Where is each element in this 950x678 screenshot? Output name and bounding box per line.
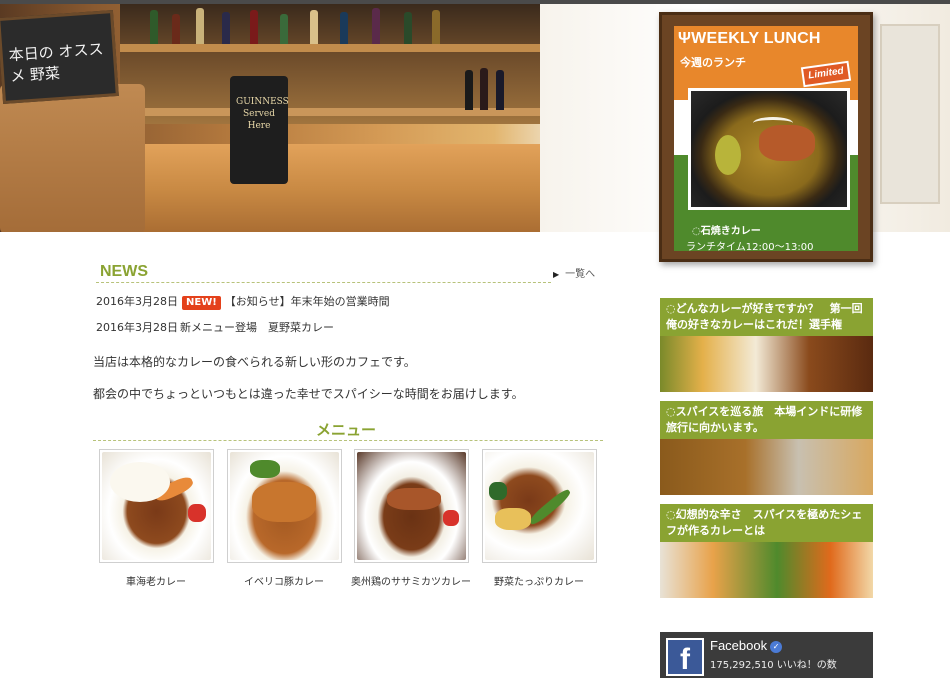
news-item[interactable]: 2016年3月28日 新メニュー登場 夏野菜カレー bbox=[96, 319, 334, 335]
bottle bbox=[496, 70, 504, 110]
weekly-lunch-inner: ΨWEEKLY LUNCH 今週のランチ Limited ◌石焼きカレー ランチ… bbox=[674, 26, 858, 251]
bar-counter bbox=[110, 144, 550, 232]
bullet-icon: ◌ bbox=[666, 508, 676, 521]
facebook-title-text: Facebook bbox=[710, 638, 768, 653]
menu-item-name[interactable]: 車海老カレー bbox=[96, 573, 216, 588]
bottle bbox=[340, 12, 348, 44]
menu-photo-vegetable-curry bbox=[485, 452, 594, 560]
side-banner-label: ◌どんなカレーが好きですか？ 第一回 俺の好きなカレーはこれだ！選手権 bbox=[660, 298, 873, 336]
news-date: 2016年3月28日 bbox=[96, 321, 178, 334]
bottle bbox=[372, 8, 380, 44]
lunch-time: ランチタイム12:00〜13:00 bbox=[686, 242, 814, 251]
news-title[interactable]: 【お知らせ】年末年始の営業時間 bbox=[225, 295, 390, 308]
menu-photo-iberico-curry bbox=[230, 452, 339, 560]
bottle bbox=[196, 8, 204, 44]
facebook-likes: 175,292,510 いいね！の数 bbox=[710, 660, 837, 671]
bottle bbox=[172, 14, 180, 44]
facebook-logo-icon: f bbox=[666, 638, 704, 676]
menu-photo-shrimp-curry bbox=[102, 452, 211, 560]
shrimp bbox=[152, 474, 196, 504]
weekly-lunch-title: ΨWEEKLY LUNCH bbox=[678, 30, 821, 48]
menu-item-name[interactable]: 野菜たっぷりカレー bbox=[479, 573, 599, 588]
menu-item-name[interactable]: 奥州鶏のササミカツカレー bbox=[351, 573, 471, 588]
facebook-title[interactable]: Facebook ✓ bbox=[710, 638, 783, 653]
garnish bbox=[443, 510, 459, 526]
menu-photo-chicken-cutlet-curry bbox=[357, 452, 466, 560]
side-banner-label: ◌スパイスを巡る旅 本場インドに研修旅行に向かいます。 bbox=[660, 401, 873, 439]
bottle bbox=[465, 70, 473, 110]
garnish bbox=[188, 504, 206, 522]
news-more-label: 一覧へ bbox=[565, 269, 596, 280]
play-arrow-icon: ▶ bbox=[553, 270, 560, 279]
bar-shelf-upper bbox=[120, 44, 540, 52]
lunch-dish-caption: ◌石焼きカレー bbox=[692, 222, 761, 237]
bar-shelf-lower bbox=[120, 108, 540, 116]
bottle bbox=[280, 14, 288, 44]
lunch-dish-name: 石焼きカレー bbox=[700, 226, 761, 237]
herbs bbox=[250, 460, 280, 478]
news-title[interactable]: 新メニュー登場 夏野菜カレー bbox=[180, 321, 334, 334]
bottle bbox=[150, 10, 158, 44]
intro-text-1: 当店は本格的なカレーの食べられる新しい形のカフェです。 bbox=[93, 355, 416, 369]
new-badge: NEW! bbox=[182, 296, 221, 310]
guinness-text: GUINNESS Served Here bbox=[236, 97, 289, 131]
side-banner-spice-trip[interactable]: ◌スパイスを巡る旅 本場インドに研修旅行に向かいます。 bbox=[660, 401, 873, 495]
news-item[interactable]: 2016年3月28日 NEW! 【お知らせ】年末年始の営業時間 bbox=[96, 293, 390, 310]
news-heading: NEWS bbox=[100, 263, 148, 280]
vegetable bbox=[715, 135, 741, 175]
bottle bbox=[404, 12, 412, 44]
cream-swirl bbox=[753, 117, 793, 129]
bottle bbox=[310, 10, 318, 44]
bullet-icon: ◌ bbox=[666, 405, 676, 418]
side-banner-curry-contest[interactable]: ◌どんなカレーが好きですか？ 第一回 俺の好きなカレーはこれだ！選手権 bbox=[660, 298, 873, 392]
okra bbox=[527, 487, 573, 527]
cafe-window bbox=[880, 24, 940, 204]
bullet-icon: ◌ bbox=[692, 226, 701, 237]
bottle bbox=[250, 10, 258, 44]
lunch-dish-photo bbox=[688, 88, 850, 210]
broccoli bbox=[489, 482, 507, 500]
menu-heading: メニュー bbox=[316, 421, 377, 439]
side-banner-photo bbox=[660, 542, 873, 598]
side-banner-label-text: スパイスを巡る旅 本場インドに研修旅行に向かいます。 bbox=[666, 405, 863, 434]
side-banner-photo bbox=[660, 439, 873, 495]
potato bbox=[495, 508, 531, 530]
news-divider bbox=[96, 282, 551, 283]
side-banner-photo bbox=[660, 336, 873, 392]
menu-card[interactable] bbox=[227, 449, 342, 563]
fork-icon: Ψ bbox=[678, 30, 692, 47]
pork-cutlet bbox=[252, 482, 316, 522]
side-banner-label-text: 幻想的な辛さ スパイスを極めたシェフが作るカレーとは bbox=[666, 508, 863, 537]
bar-shelf-wall bbox=[120, 4, 540, 124]
side-banner-label: ◌幻想的な辛さ スパイスを極めたシェフが作るカレーとは bbox=[660, 504, 873, 542]
bottle bbox=[432, 10, 440, 44]
chicken-cutlet bbox=[387, 488, 441, 510]
wooden-menu-board bbox=[0, 84, 145, 232]
side-banner-label-text: どんなカレーが好きですか？ 第一回 俺の好きなカレーはこれだ！選手権 bbox=[666, 302, 873, 331]
recommendation-blackboard: 本日の オススメ 野菜 bbox=[0, 10, 119, 104]
blackboard-text: 本日の オススメ 野菜 bbox=[8, 39, 104, 86]
menu-item-name[interactable]: イベリコ豚カレー bbox=[224, 573, 344, 588]
weekly-lunch-subtitle: 今週のランチ bbox=[680, 56, 746, 69]
menu-divider bbox=[93, 440, 603, 441]
menu-card[interactable] bbox=[482, 449, 597, 563]
facebook-widget[interactable]: f Facebook ✓ 175,292,510 いいね！の数 bbox=[660, 632, 873, 678]
bottle bbox=[480, 68, 488, 110]
bottle bbox=[222, 12, 230, 44]
menu-card[interactable] bbox=[99, 449, 214, 563]
news-more-link[interactable]: ▶ 一覧へ bbox=[553, 265, 595, 280]
weekly-lunch-board[interactable]: ΨWEEKLY LUNCH 今週のランチ Limited ◌石焼きカレー ランチ… bbox=[659, 12, 873, 262]
news-date: 2016年3月28日 bbox=[96, 295, 178, 308]
weekly-lunch-title-text: WEEKLY LUNCH bbox=[691, 30, 821, 47]
guinness-sign: GUINNESS Served Here bbox=[230, 76, 289, 184]
intro-text-2: 都会の中でちょっといつもとは違った幸せでスパイシーな時間をお届けします。 bbox=[93, 387, 524, 401]
menu-card[interactable] bbox=[354, 449, 469, 563]
verified-check-icon: ✓ bbox=[770, 641, 783, 653]
meat bbox=[759, 125, 815, 161]
side-banner-chef[interactable]: ◌幻想的な辛さ スパイスを極めたシェフが作るカレーとは bbox=[660, 504, 873, 598]
bullet-icon: ◌ bbox=[666, 302, 676, 315]
